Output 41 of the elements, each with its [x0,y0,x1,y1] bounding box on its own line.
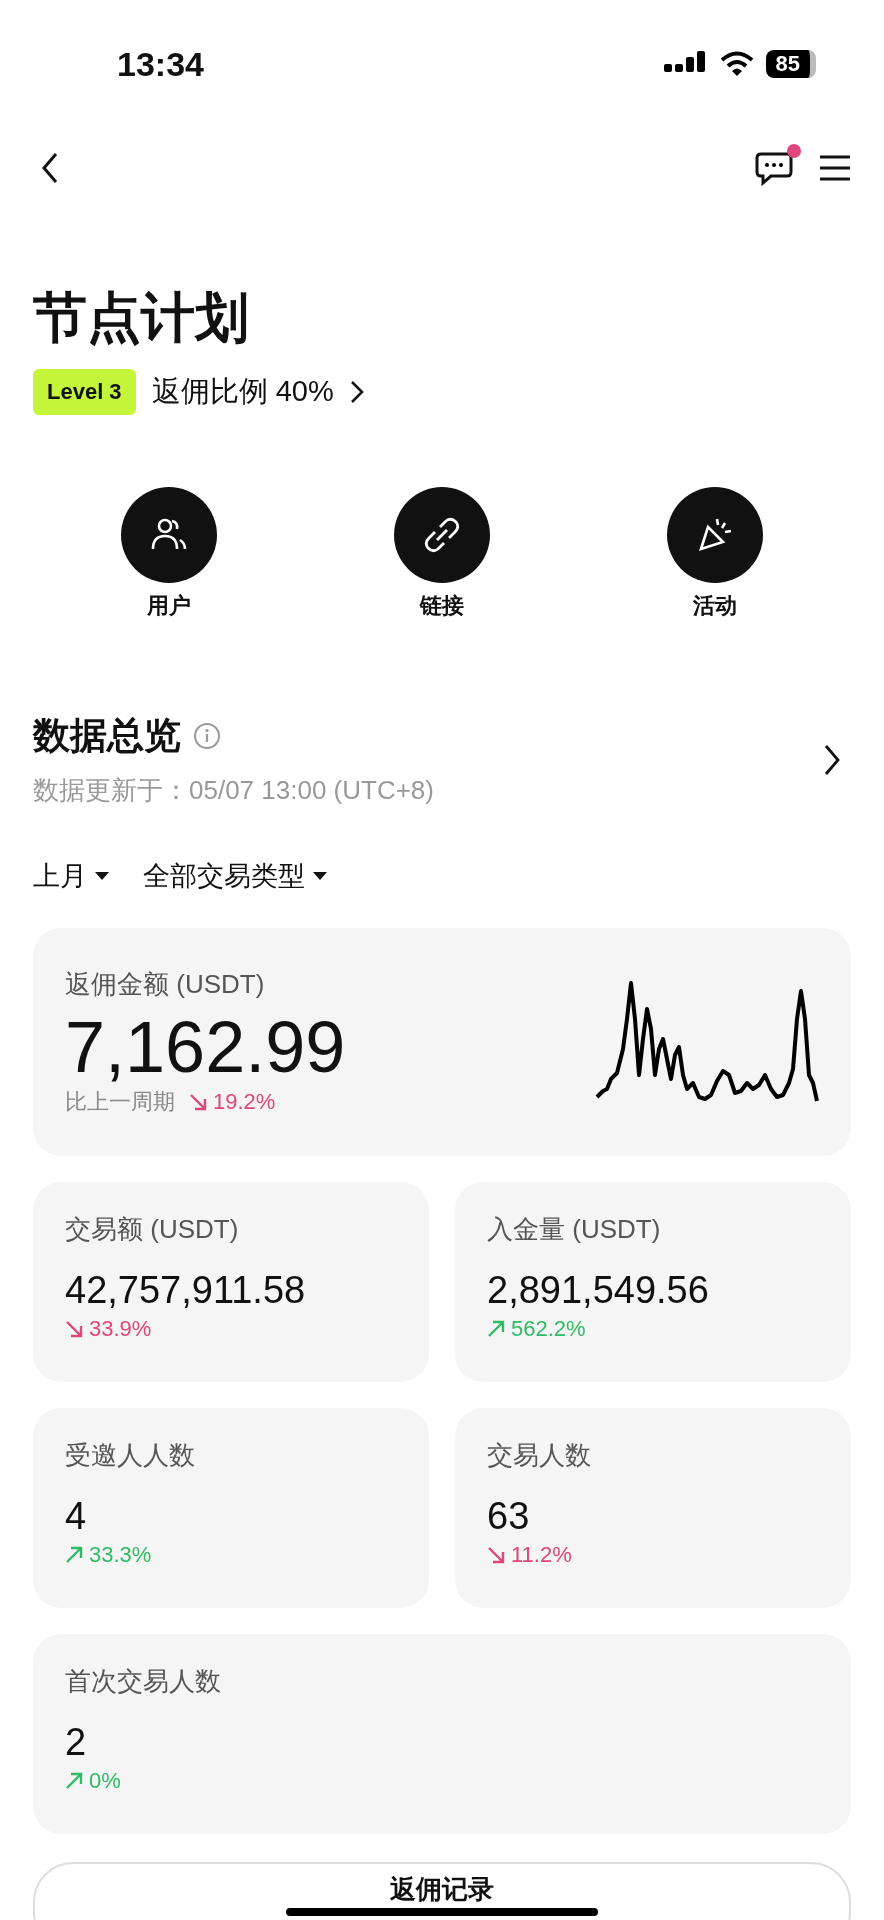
change-value: 19.2% [213,1089,276,1116]
back-icon[interactable] [41,152,59,184]
caret-icon [313,871,327,882]
update-time: 数据更新于：05/07 13:00 (UTC+8) [33,774,434,808]
change-value: 11.2% [511,1542,572,1569]
shortcut-label: 用户 [147,592,192,621]
stat-value: 2,891,549.56 [487,1269,710,1313]
status-time: 13:34 [117,44,204,84]
menu-icon[interactable] [819,154,851,182]
rebate-amount: 7,162.99 [65,1008,346,1088]
chevron-right-icon[interactable] [349,380,364,405]
chat-icon[interactable] [755,150,795,186]
level-badge: Level 3 [33,369,136,416]
section-title: 数据总览 [33,714,181,759]
wifi-icon [719,51,754,77]
change-value: 0% [89,1768,121,1795]
rebate-records-button[interactable]: 返佣记录 [33,1862,851,1920]
filter-dropdown[interactable]: 全部交易类型 [143,858,327,895]
filter-dropdown[interactable]: 上月 [33,858,109,895]
info-icon[interactable] [193,722,221,751]
card-label: 返佣金额 (USDT) [65,968,266,1002]
chevron-right-icon[interactable] [823,743,841,776]
shortcut-label: 活动 [692,592,737,621]
stat-value: 42,757,911.58 [65,1269,307,1313]
shortcut-label: 链接 [420,592,464,621]
change-value: 33.3% [89,1542,152,1569]
page-title: 节点计划 [33,288,250,348]
card-label: 受邀人人数 [65,1439,196,1473]
rebate-ratio[interactable]: 返佣比例 40% [151,372,334,413]
card-label: 交易人数 [487,1439,592,1473]
compare-label: 比上一周期 [65,1088,175,1117]
change-value: 33.9% [89,1316,152,1343]
stat-value: 4 [65,1495,88,1539]
change-value: 562.2% [511,1316,586,1343]
card-label: 交易额 (USDT) [65,1213,240,1247]
card-label: 入金量 (USDT) [487,1213,662,1247]
stat-value: 2 [65,1721,88,1765]
stat-value: 63 [487,1495,531,1539]
caret-icon [95,871,109,882]
card-label: 首次交易人数 [65,1665,222,1699]
battery-indicator: 85 [765,50,816,78]
